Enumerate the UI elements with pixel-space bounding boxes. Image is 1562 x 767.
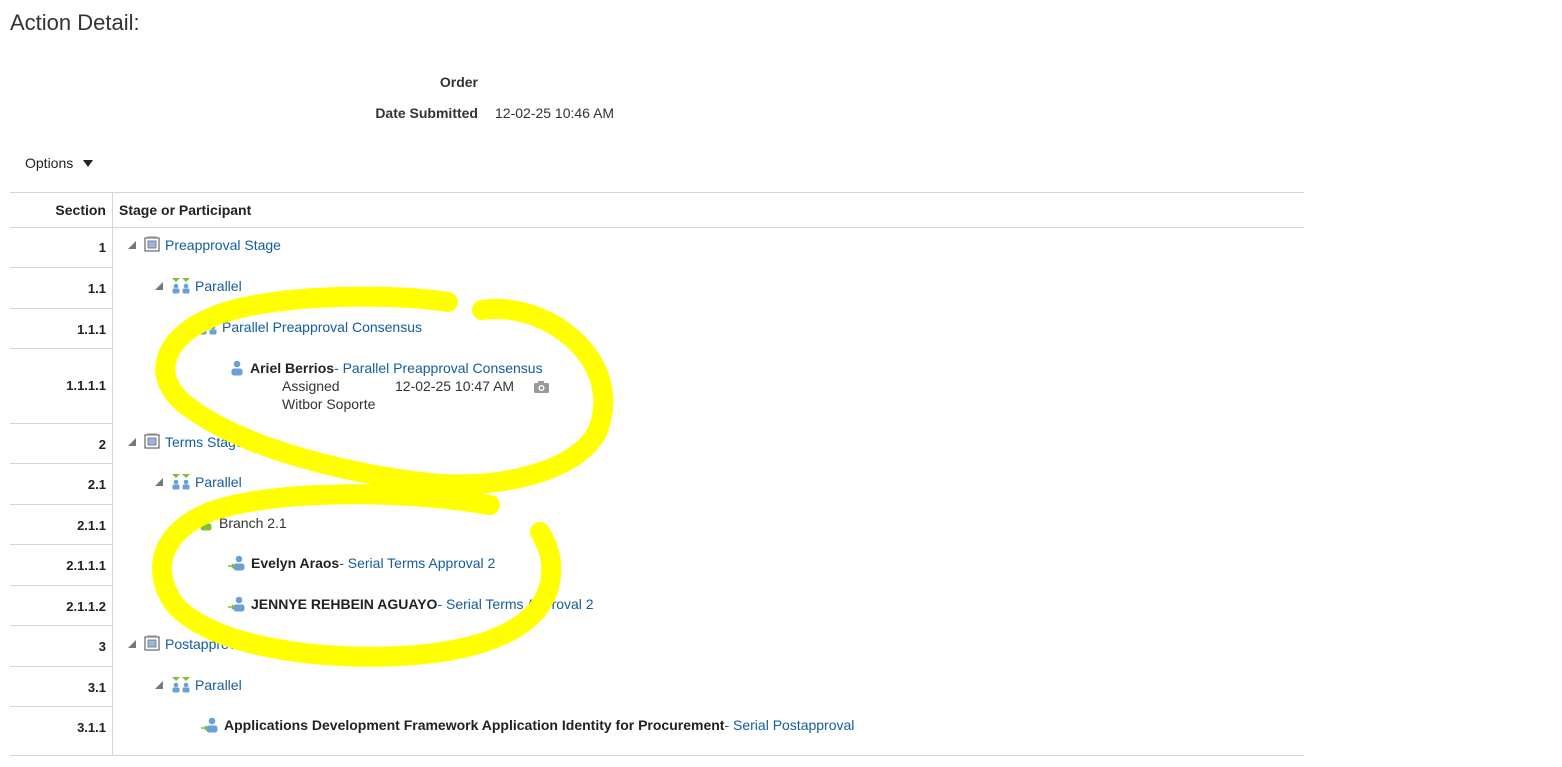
page-title: Action Detail:	[10, 10, 140, 35]
stage-link[interactable]: Preapproval Stage	[165, 237, 281, 253]
section-number: 2.1	[87, 477, 106, 492]
collapse-triangle-icon[interactable]	[182, 518, 190, 527]
table-row: 3.1 Parallel	[10, 667, 1304, 707]
section-number: 1.1.1.1	[66, 378, 106, 393]
table-row: 2.1 Parallel	[10, 464, 1304, 505]
table-row: 3 Postapproval Stage	[10, 626, 1304, 667]
parallel-icon	[171, 277, 191, 294]
participant-rule-link[interactable]: - Serial Postapproval	[724, 717, 854, 733]
section-number: 2.1.1.2	[66, 599, 106, 614]
collapse-triangle-icon[interactable]	[128, 437, 136, 446]
section-number: 3.1.1	[77, 720, 106, 735]
parallel-icon	[171, 676, 191, 693]
branch-label: Branch 2.1	[219, 514, 287, 531]
parallel-link[interactable]: Parallel	[195, 677, 242, 693]
collapse-triangle-icon[interactable]	[155, 680, 163, 689]
stage-link[interactable]: Postapproval Stage	[165, 636, 287, 652]
parallel-link[interactable]: Parallel	[195, 474, 242, 490]
participant-rule-link[interactable]: - Parallel Preapproval Consensus	[334, 360, 543, 376]
options-label: Options	[25, 155, 74, 171]
table-row: 1.1.1.1 Ariel Berrios - Parallel Preappr…	[10, 349, 1304, 424]
user-arrow-icon	[227, 595, 247, 612]
order-label: Order	[439, 74, 478, 90]
section-number: 3.1	[87, 680, 106, 695]
camera-icon[interactable]	[533, 379, 550, 396]
options-menu-button[interactable]: Options	[25, 155, 94, 171]
approval-table: Section Stage or Participant 1 Preapprov…	[10, 192, 1304, 756]
table-row: 1.1.1 Parallel Preapproval Consensus	[10, 309, 1304, 349]
collapse-triangle-icon[interactable]	[182, 322, 190, 331]
stage-icon	[144, 433, 161, 450]
section-number: 2.1.1.1	[66, 558, 106, 573]
user-arrow-icon	[227, 554, 247, 571]
table-row: 2 Terms Stage	[10, 424, 1304, 464]
stage-icon	[144, 236, 161, 253]
branch-user-icon	[198, 514, 215, 531]
section-number: 3	[98, 639, 106, 654]
section-number: 1	[98, 240, 106, 255]
header-section: Section	[55, 202, 106, 218]
table-row: 3.1.1 Applications Development Framework…	[10, 707, 1304, 754]
stage-icon	[144, 635, 161, 652]
assignment-time: 12-02-25 10:47 AM	[395, 378, 515, 394]
table-row: 2.1.1 Branch 2.1	[10, 505, 1304, 545]
section-number: 1.1.1	[77, 322, 106, 337]
section-number: 2.1.1	[77, 518, 106, 533]
section-number: 1.1	[87, 281, 106, 296]
parallel-icon	[171, 473, 191, 490]
collapse-triangle-icon[interactable]	[128, 639, 136, 648]
header-stage-or-participant: Stage or Participant	[119, 202, 252, 218]
stage-link[interactable]: Terms Stage	[165, 434, 244, 450]
participant-name: Applications Development Framework Appli…	[224, 716, 725, 733]
parallel-consensus-link[interactable]: Parallel Preapproval Consensus	[222, 319, 422, 335]
table-row: 1 Preapproval Stage	[10, 228, 1304, 268]
table-row: 2.1.1.1 Evelyn Araos - Serial Terms Appr…	[10, 545, 1304, 586]
parallel-icon	[198, 318, 218, 335]
parallel-link[interactable]: Parallel	[195, 278, 242, 294]
table-row: 2.1.1.2 JENNYE REHBEIN AGUAYO - Serial T…	[10, 586, 1304, 626]
participant-rule-link[interactable]: - Serial Terms Approval 2	[437, 596, 593, 612]
participant-organization: Witbor Soporte	[282, 396, 376, 412]
date-submitted-label: Date Submitted	[375, 105, 478, 121]
collapse-triangle-icon[interactable]	[155, 477, 163, 486]
collapse-triangle-icon[interactable]	[128, 240, 136, 249]
participant-name: Ariel Berrios	[250, 359, 335, 376]
table-row: 1.1 Parallel	[10, 268, 1304, 309]
caret-down-icon	[83, 159, 94, 167]
section-number: 2	[98, 437, 106, 452]
participant-name: Evelyn Araos	[251, 554, 340, 571]
date-submitted-value: 12-02-25 10:46 AM	[495, 105, 615, 121]
assignment-status: Assigned	[282, 378, 340, 394]
user-icon	[229, 359, 246, 376]
participant-rule-link[interactable]: - Serial Terms Approval 2	[339, 555, 495, 571]
user-arrow-icon	[200, 716, 220, 733]
participant-name: JENNYE REHBEIN AGUAYO	[251, 595, 438, 612]
collapse-triangle-icon[interactable]	[155, 281, 163, 290]
